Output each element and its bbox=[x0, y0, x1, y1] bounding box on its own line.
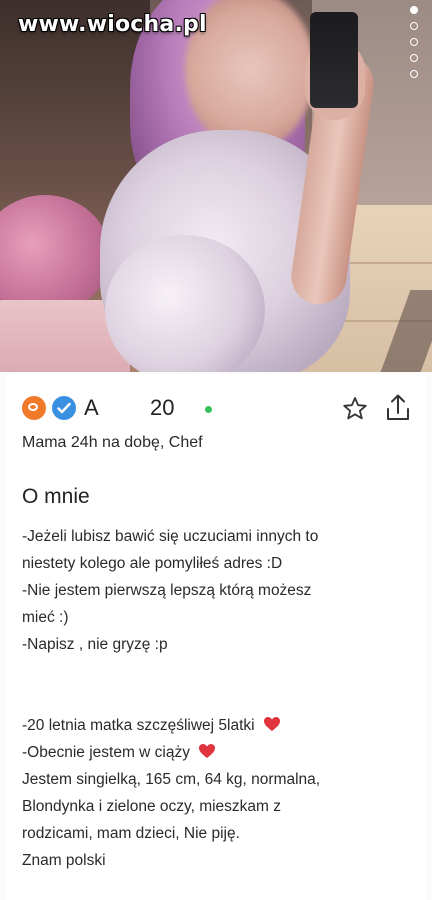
gallery-dot[interactable] bbox=[410, 6, 418, 14]
gallery-dot[interactable] bbox=[410, 22, 418, 30]
profile-photo[interactable]: www.wiocha.pl bbox=[0, 0, 432, 372]
profile-card: A 20 Mama 24h na dobę, Chef O mnie -Jeże… bbox=[6, 374, 426, 900]
online-status-dot bbox=[205, 406, 212, 413]
share-upload-icon bbox=[387, 394, 409, 420]
bio-spacer bbox=[22, 658, 418, 712]
red-heart-icon bbox=[199, 744, 216, 758]
bio-line-text: -Obecnie jestem w ciąży bbox=[22, 744, 190, 761]
bio-line-with-heart: -20 letnia matka szczęśliwej 5latki bbox=[22, 712, 418, 739]
profile-tagline: Mama 24h na dobę, Chef bbox=[22, 434, 203, 451]
bio-line-with-heart: -Obecnie jestem w ciąży bbox=[22, 739, 418, 766]
gallery-dot[interactable] bbox=[410, 38, 418, 46]
bio-line: -Nie jestem pierwszą lepszą którą możesz bbox=[22, 582, 312, 599]
bio-line: Blondynka i zielone oczy, mieszkam z bbox=[22, 798, 282, 815]
bio-line: rodzicami, mam dzieci, Nie piję. bbox=[22, 825, 240, 842]
site-watermark: www.wiocha.pl bbox=[18, 12, 207, 37]
photo-belly bbox=[105, 235, 265, 372]
bio-line: Znam polski bbox=[22, 852, 106, 869]
gallery-dot[interactable] bbox=[410, 54, 418, 62]
star-outline-icon bbox=[343, 397, 367, 420]
profile-name: A bbox=[84, 395, 99, 420]
bio-line: -Napisz , nie gryzę :p bbox=[22, 636, 168, 653]
profile-header: A 20 bbox=[22, 394, 412, 424]
bio-line: -Jeżeli lubisz bawić się uczuciami innyc… bbox=[22, 528, 319, 545]
about-text: -Jeżeli lubisz bawić się uczuciami innyc… bbox=[22, 523, 418, 874]
orange-badge-icon bbox=[22, 396, 46, 420]
share-button[interactable] bbox=[383, 392, 413, 424]
red-heart-icon bbox=[263, 717, 280, 731]
verified-check-icon bbox=[52, 396, 76, 420]
favorite-button[interactable] bbox=[340, 394, 370, 424]
bio-line: Jestem singielką, 165 cm, 64 kg, normaln… bbox=[22, 771, 321, 788]
photo-phone bbox=[310, 12, 358, 108]
gallery-pagination[interactable] bbox=[410, 6, 420, 86]
bio-line: niestety kolego ale pomyliłeś adres :D bbox=[22, 555, 283, 572]
profile-age: 20 bbox=[150, 395, 175, 420]
gallery-dot[interactable] bbox=[410, 70, 418, 78]
bio-line: mieć :) bbox=[22, 609, 69, 626]
about-section-title: O mnie bbox=[22, 485, 90, 508]
bio-line-text: -20 letnia matka szczęśliwej 5latki bbox=[22, 717, 255, 734]
